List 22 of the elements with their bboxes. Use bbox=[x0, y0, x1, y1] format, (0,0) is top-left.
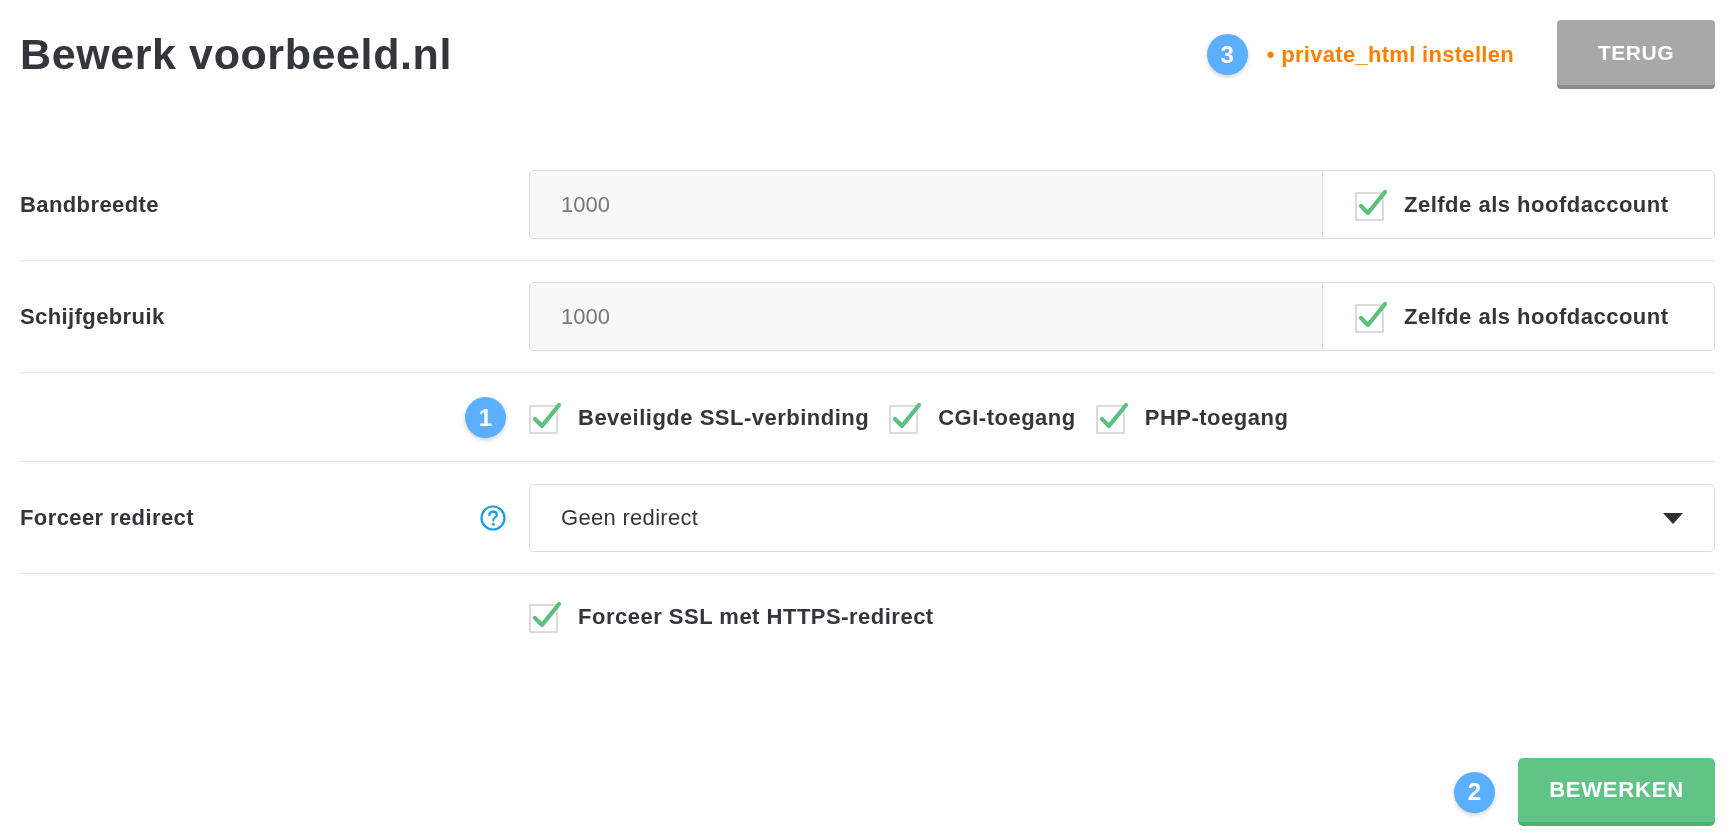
checkbox-label[interactable]: CGI-toegang bbox=[938, 404, 1076, 431]
help-icon[interactable] bbox=[480, 505, 506, 531]
step-badge: 1 bbox=[465, 397, 506, 438]
checkbox[interactable] bbox=[1355, 188, 1388, 221]
checkbox[interactable] bbox=[889, 401, 923, 434]
checkbox-label[interactable]: Forceer SSL met HTTPS-redirect bbox=[578, 603, 934, 630]
caret-icon bbox=[1663, 512, 1683, 524]
checkbox-label[interactable]: PHP-toegang bbox=[1144, 404, 1289, 431]
step-badge: 2 bbox=[1454, 771, 1495, 813]
checkbox-label[interactable]: Beveiligde SSL-verbinding bbox=[578, 404, 870, 431]
step-badge: 3 bbox=[1206, 34, 1248, 75]
checkbox[interactable] bbox=[1355, 300, 1388, 333]
field-label: Schijfgebruik bbox=[20, 303, 165, 330]
page-title: Bewerk voorbeeld.nl bbox=[20, 30, 452, 79]
field-label: Bandbreedte bbox=[20, 191, 159, 218]
checkbox[interactable] bbox=[1095, 401, 1129, 434]
redirect-select[interactable]: Geen redirect bbox=[529, 484, 1715, 552]
checkbox[interactable] bbox=[529, 600, 562, 633]
checkbox[interactable] bbox=[529, 401, 562, 434]
field-label: Forceer redirect bbox=[20, 505, 194, 531]
checkbox-label[interactable]: Zelfde als hoofdaccount bbox=[1404, 191, 1669, 218]
checkbox-label[interactable]: Zelfde als hoofdaccount bbox=[1404, 303, 1669, 330]
